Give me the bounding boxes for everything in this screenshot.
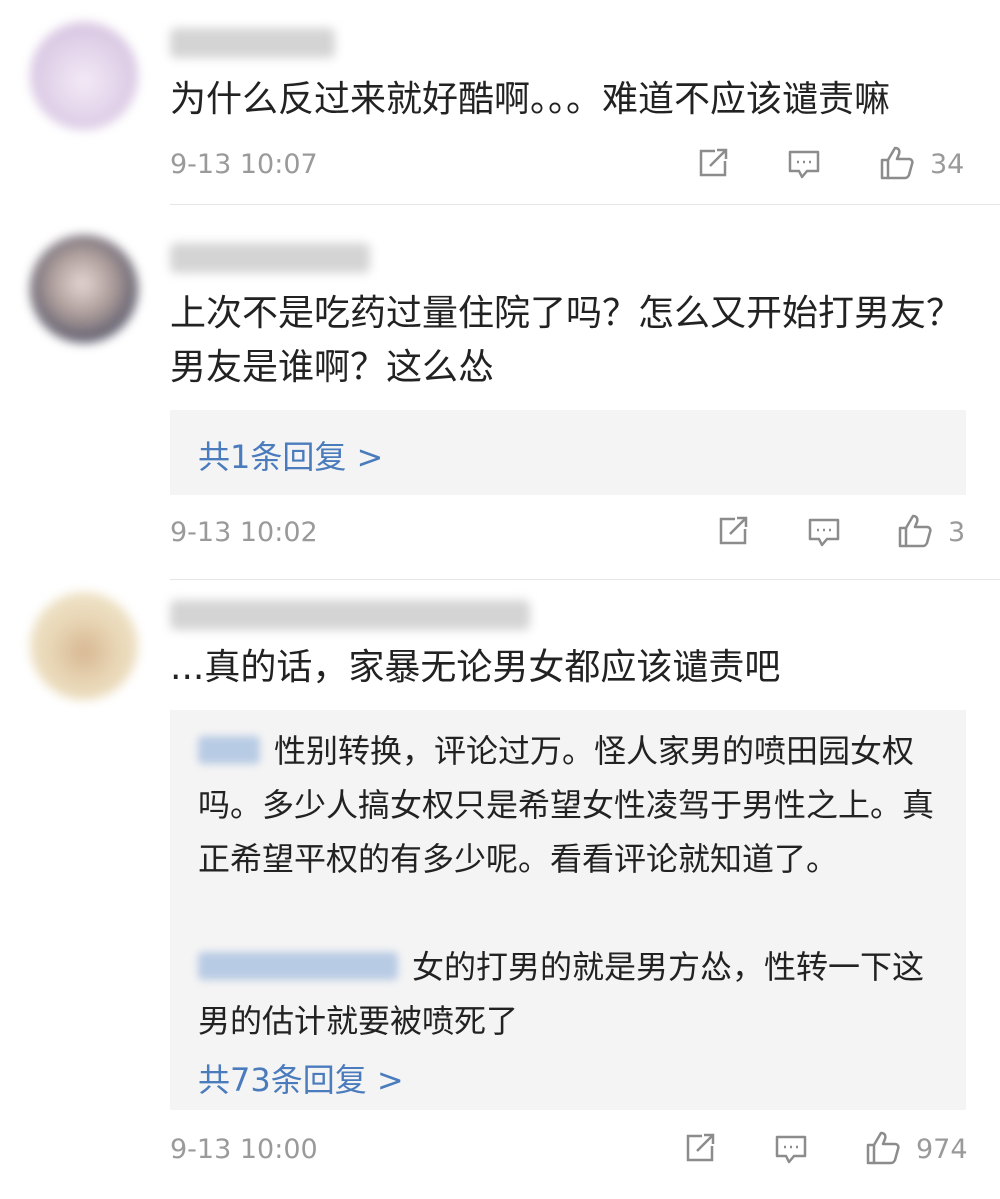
comment-icon[interactable] [784, 143, 824, 183]
comment-icon[interactable] [804, 511, 844, 551]
comment-meta: 9-13 10:02 3 [0, 511, 1000, 561]
share-icon[interactable] [713, 511, 753, 551]
reply-text: 性别转换，评论过万。怪人家男的喷田园女权吗。多少人搞女权只是希望女性凌驾于男性之… [198, 732, 935, 878]
comment-2: 上次不是吃药过量住院了吗？怎么又开始打男友？ 男友是谁啊？这么怂 共1条回复 >… [0, 205, 1000, 580]
username-blurred[interactable] [170, 28, 335, 58]
like-count: 3 [948, 517, 966, 548]
reply-username-blurred[interactable] [198, 952, 398, 980]
comment-meta: 9-13 10:00 974 [0, 1128, 1000, 1178]
share-icon[interactable] [693, 143, 733, 183]
reply-box[interactable]: 共1条回复 > [170, 410, 966, 495]
view-replies-link[interactable]: 共1条回复 > [198, 432, 383, 478]
reply-username-blurred[interactable] [198, 736, 260, 764]
comment-text: 上次不是吃药过量住院了吗？怎么又开始打男友？ 男友是谁啊？这么怂 [170, 293, 963, 388]
like-count: 974 [916, 1134, 968, 1165]
comment-3: ...真的话，家暴无论男女都应该谴责吧 性别转换，评论过万。怪人家男的喷田园女权… [0, 580, 1000, 1199]
reply-item: 性别转换，评论过万。怪人家男的喷田园女权吗。多少人搞女权只是希望女性凌驾于男性之… [198, 724, 938, 886]
comment-icon[interactable] [771, 1128, 811, 1168]
username-blurred[interactable] [170, 243, 370, 273]
avatar[interactable] [30, 22, 138, 130]
like-count: 34 [930, 149, 965, 180]
thumbs-up-icon[interactable] [895, 511, 935, 551]
username-blurred[interactable] [170, 600, 530, 630]
comment-meta: 9-13 10:07 34 [0, 143, 1000, 193]
view-replies-link[interactable]: 共73条回复 > [198, 1055, 404, 1101]
comment-text: ...真的话，家暴无论男女都应该谴责吧 [170, 647, 781, 688]
timestamp: 9-13 10:02 [170, 517, 318, 548]
comment-text: 为什么反过来就好酷啊。。。难道不应该谴责嘛 [170, 79, 891, 120]
comment-1: 为什么反过来就好酷啊。。。难道不应该谴责嘛 9-13 10:07 34 [0, 0, 1000, 205]
reply-box[interactable]: 性别转换，评论过万。怪人家男的喷田园女权吗。多少人搞女权只是希望女性凌驾于男性之… [170, 710, 966, 1110]
thumbs-up-icon[interactable] [863, 1128, 903, 1168]
avatar[interactable] [30, 235, 138, 343]
timestamp: 9-13 10:07 [170, 149, 318, 180]
avatar[interactable] [30, 592, 138, 700]
share-icon[interactable] [680, 1128, 720, 1168]
timestamp: 9-13 10:00 [170, 1134, 318, 1165]
thumbs-up-icon[interactable] [877, 143, 917, 183]
reply-item: 女的打男的就是男方怂，性转一下这男的估计就要被喷死了 [198, 940, 938, 1048]
